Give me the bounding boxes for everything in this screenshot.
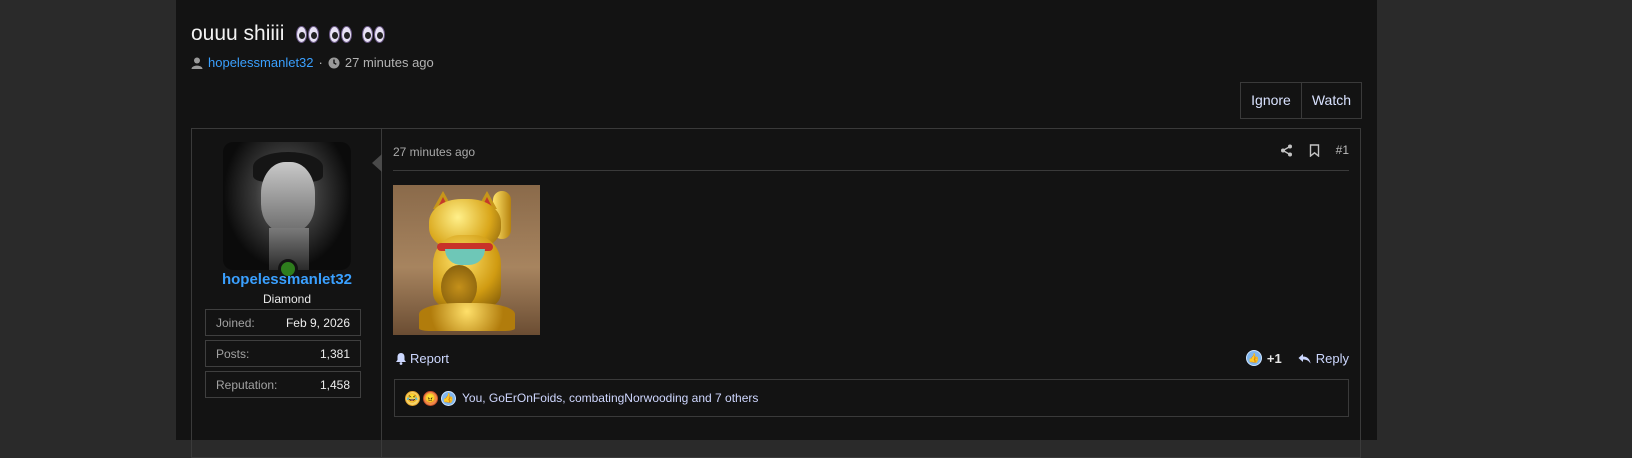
user-icon: [191, 57, 203, 69]
ignore-button[interactable]: Ignore: [1241, 83, 1301, 118]
report-label: Report: [410, 351, 450, 366]
post-header-actions: #1: [1280, 143, 1349, 157]
react-button[interactable]: 👍 +1: [1245, 350, 1282, 366]
thread-time[interactable]: 27 minutes ago: [345, 55, 434, 70]
reply-label: Reply: [1315, 350, 1349, 366]
clock-icon: [328, 57, 340, 68]
user-rank-title: Diamond: [262, 292, 312, 306]
thread-page: ouuu shiiii hopelessmanlet32 · 27 minute…: [176, 0, 1377, 458]
title-emoji-group: [296, 25, 386, 43]
eyes-emoji-icon: [329, 25, 353, 43]
reply-arrow-icon: [1298, 353, 1311, 363]
post-main: 27 minutes ago #1 Report 👍 +1 Reply 😂 😠 …: [382, 129, 1360, 457]
thread-action-buttons: Ignore Watch: [1240, 82, 1362, 119]
meta-separator: ·: [318, 55, 323, 70]
bell-icon: [396, 353, 406, 365]
thread-author-link[interactable]: hopelessmanlet32: [208, 55, 314, 70]
stat-value: Feb 9, 2026: [285, 315, 350, 330]
report-button[interactable]: Report: [395, 351, 449, 366]
post-header-divider: [393, 170, 1349, 171]
stat-label: Posts:: [216, 346, 250, 361]
reactions-summary-text[interactable]: You, GoErOnFoids, combatingNorwooding an…: [462, 391, 758, 405]
post-pointer-arrow: [372, 154, 382, 172]
post-timestamp[interactable]: 27 minutes ago: [393, 145, 475, 159]
thread-meta: hopelessmanlet32 · 27 minutes ago: [191, 55, 434, 70]
laugh-reaction-icon: 😂: [405, 390, 420, 406]
post-container: hopelessmanlet32 Diamond Joined: Feb 9, …: [191, 128, 1361, 458]
stat-reputation: Reputation: 1,458: [205, 371, 361, 398]
stat-joined: Joined: Feb 9, 2026: [205, 309, 361, 336]
like-reaction-icon: 👍: [441, 390, 456, 406]
reaction-count: +1: [1266, 350, 1282, 366]
share-icon[interactable]: [1280, 144, 1293, 157]
like-reaction-icon: 👍: [1245, 350, 1262, 366]
stat-label: Reputation:: [216, 377, 278, 392]
angry-reaction-icon: 😠: [423, 390, 438, 406]
stat-posts: Posts: 1,381: [205, 340, 361, 367]
stat-value: 1,381: [319, 346, 350, 361]
bookmark-icon[interactable]: [1309, 143, 1320, 157]
post-username[interactable]: hopelessmanlet32: [192, 271, 382, 288]
eyes-emoji-icon: [296, 25, 320, 43]
watch-button[interactable]: Watch: [1300, 83, 1361, 118]
post-user-pane: hopelessmanlet32 Diamond Joined: Feb 9, …: [192, 129, 382, 457]
attached-image-maneki-neko[interactable]: [393, 185, 540, 335]
avatar[interactable]: [223, 142, 351, 270]
stat-value: 1,458: [319, 377, 350, 392]
post-footer-actions: 👍 +1 Reply: [1245, 350, 1349, 366]
thread-title-text: ouuu shiiii: [191, 22, 285, 45]
eyes-emoji-icon: [362, 25, 386, 43]
thread-title: ouuu shiiii: [191, 22, 386, 46]
stat-label: Joined:: [216, 315, 255, 330]
reply-button[interactable]: Reply: [1298, 351, 1349, 366]
post-number-link[interactable]: #1: [1336, 143, 1349, 157]
reactions-bar[interactable]: 😂 😠 👍 You, GoErOnFoids, combatingNorwood…: [394, 379, 1349, 417]
